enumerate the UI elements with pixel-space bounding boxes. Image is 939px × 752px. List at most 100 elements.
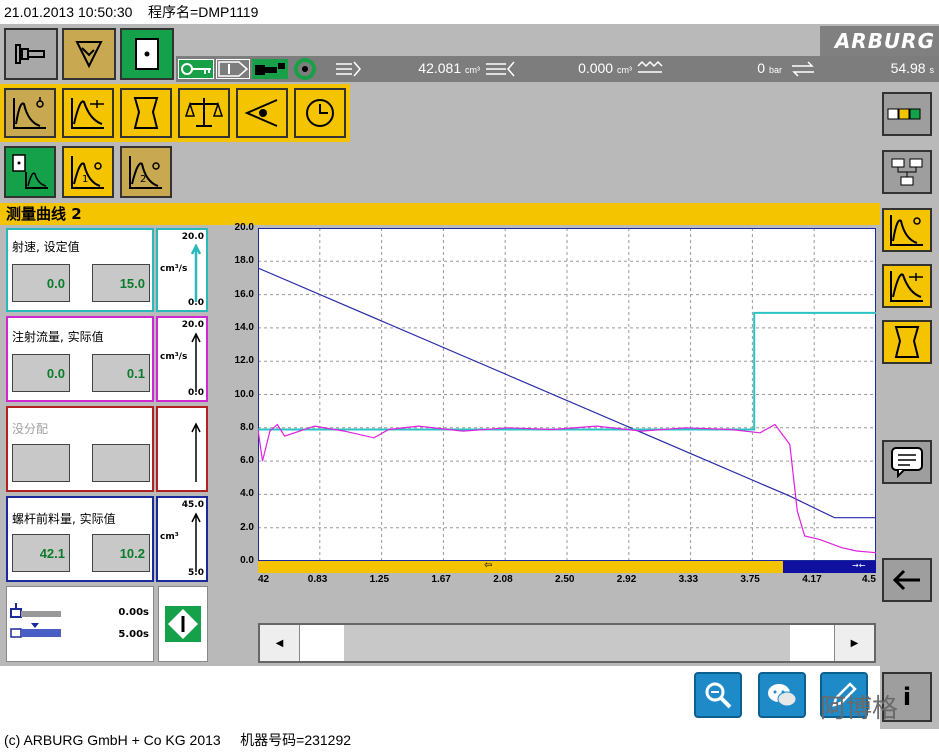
- timer-panel: 0.00s 5.00s: [6, 586, 154, 662]
- mold-icon: [15, 44, 45, 64]
- cycle-time-icon: [788, 58, 818, 80]
- chart-plot: [257, 228, 877, 561]
- screen-layout-button[interactable]: [882, 92, 932, 136]
- x-tick-label: 3.33: [678, 574, 699, 585]
- timer-button[interactable]: [294, 88, 346, 138]
- monitoring-button[interactable]: [236, 88, 288, 138]
- signal-value-1: [12, 444, 70, 482]
- right-document-button[interactable]: [882, 320, 932, 364]
- copyright: (c) ARBURG GmbH + Co KG 2013: [4, 732, 221, 748]
- y-tick-label: 0.0: [240, 555, 254, 566]
- network-icon: [891, 158, 923, 186]
- signal-panel-3[interactable]: 没分配: [6, 406, 154, 492]
- notes-button[interactable]: [120, 88, 172, 138]
- y-tick-label: 10.0: [234, 388, 254, 400]
- tolerance-graph-icon: [71, 98, 104, 129]
- signal-panel-1[interactable]: 射速, 设定值 0.0 15.0: [6, 228, 154, 312]
- measure-curve-2-button[interactable]: 2: [120, 146, 172, 198]
- scale-max: 20.0: [181, 320, 204, 330]
- scale-max: 45.0: [181, 500, 204, 510]
- layout-icon: [887, 108, 921, 120]
- right-curve-button[interactable]: [882, 208, 932, 252]
- signal-value-1: 0.0: [12, 264, 70, 302]
- screw-icon: [334, 58, 362, 80]
- x-tick-label: 1.67: [431, 574, 451, 585]
- injection-unit-icon: [255, 63, 285, 75]
- x-tick-label: 2.08: [493, 574, 513, 585]
- injection-unit-button[interactable]: [252, 59, 288, 79]
- signal-label: 射速, 设定值: [12, 240, 80, 254]
- curve-2-icon: 2: [129, 156, 162, 189]
- volume-unit: cm³: [465, 65, 480, 75]
- timer-value-1: 0.00s: [118, 607, 149, 618]
- door-curve-icon: [12, 154, 48, 189]
- watermark-text: 阿博格: [820, 694, 899, 724]
- datetime: 21.01.2013 10:50:30: [4, 4, 133, 20]
- scroll-left-button[interactable]: ◀: [260, 625, 300, 661]
- y-tick-label: 2.0: [240, 521, 254, 533]
- balance-button[interactable]: [178, 88, 230, 138]
- tolerance-graph-icon: [890, 271, 923, 302]
- scale-4: 45.0 cm³ 5.0: [156, 496, 208, 582]
- signal-value-2: 10.2: [92, 534, 150, 572]
- curve-graph-icon: [13, 97, 46, 129]
- measure-curve-1-button[interactable]: 1: [62, 146, 114, 198]
- scroll-thumb[interactable]: [344, 625, 790, 661]
- scale-arrow-icon: [191, 422, 201, 482]
- message-icon: [891, 447, 923, 478]
- mold-button[interactable]: [4, 28, 58, 80]
- pressure-icon: [636, 58, 664, 80]
- left-arrow-marker-icon: ⇦: [484, 560, 493, 571]
- zoom-icon: [705, 682, 732, 709]
- volume2-value: 0.000: [578, 60, 614, 76]
- y-tick-label: 4.0: [240, 488, 254, 500]
- program-name: 程序名=DMP1119: [148, 4, 259, 20]
- scale-arrow-icon: [190, 244, 202, 302]
- mode-button[interactable]: [216, 59, 250, 79]
- timer-bars-icon: [10, 603, 61, 638]
- x-tick-label: 0.83: [307, 574, 328, 585]
- start-stop-button[interactable]: [158, 586, 208, 662]
- x-tick-label: 4.5: [862, 574, 876, 585]
- message-button[interactable]: [882, 440, 932, 484]
- scale-unit: cm³/s: [160, 264, 188, 274]
- y-tick-label: 14.0: [234, 321, 254, 333]
- volume-value: 42.081: [418, 60, 462, 76]
- network-button[interactable]: [882, 150, 932, 194]
- right-tolerance-button[interactable]: [882, 264, 932, 308]
- signal-panel-2[interactable]: 注射流量, 实际值 0.0 0.1: [6, 316, 154, 402]
- info-diamond-icon: [165, 606, 201, 642]
- horizontal-scrollbar[interactable]: ◀ ▶: [258, 623, 876, 663]
- door-icon: [135, 38, 159, 70]
- signal-value-2: 15.0: [92, 264, 150, 302]
- graphic-button[interactable]: [4, 88, 56, 138]
- cycle-button[interactable]: [292, 57, 322, 81]
- signal-panel-4[interactable]: 螺杆前料量, 实际值 42.1 10.2: [6, 496, 154, 582]
- scale-3: [156, 406, 208, 492]
- scale-arrow-icon: [191, 332, 201, 392]
- range-marker-icon: →←: [852, 561, 866, 570]
- tolerance-graph-button[interactable]: [62, 88, 114, 138]
- scale-max: 20.0: [181, 232, 204, 242]
- machine-number: 机器号码=231292: [240, 732, 352, 748]
- volume2-unit: cm³: [617, 65, 632, 75]
- y-tick-label: 16.0: [234, 288, 254, 300]
- measure-curve-door-button[interactable]: [4, 146, 56, 198]
- eye-icon: [244, 99, 278, 127]
- scroll-right-button[interactable]: ▶: [834, 625, 874, 661]
- y-tick-label: 12.0: [234, 355, 254, 367]
- x-tick-label: 1.25: [369, 574, 390, 585]
- door-button[interactable]: [120, 28, 174, 80]
- zoom-button[interactable]: [694, 672, 742, 718]
- y-tick-label: 20.0: [234, 222, 254, 233]
- balance-scale-icon: [184, 98, 224, 127]
- y-axis-labels: 20.0 18.0 16.0 14.0 12.0 10.0 8.0 6.0 4.0 2.0 0.0: [214, 222, 258, 568]
- timer-value-2: 5.00s: [118, 629, 149, 640]
- nozzle-button[interactable]: [62, 28, 116, 80]
- scale-arrow-icon: [191, 512, 201, 572]
- chat-button[interactable]: [758, 672, 806, 718]
- back-button[interactable]: [882, 558, 932, 602]
- pressure-value: 0: [757, 60, 766, 76]
- key-button[interactable]: [178, 59, 214, 79]
- y-tick-label: 8.0: [240, 421, 254, 433]
